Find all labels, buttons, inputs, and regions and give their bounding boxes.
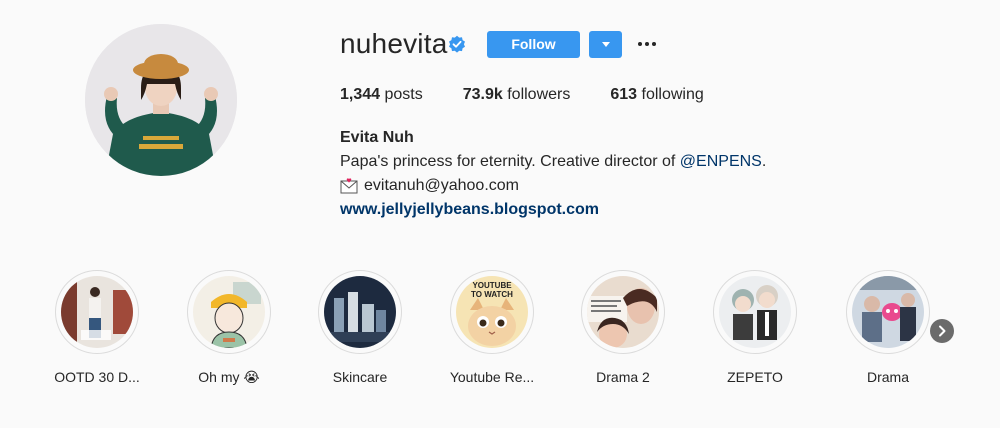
highlight-cover [61, 276, 133, 348]
full-name: Evita Nuh [340, 129, 414, 146]
more-horizontal-icon [638, 42, 656, 46]
follow-button[interactable]: Follow [487, 31, 580, 58]
verified-badge-icon [449, 35, 465, 53]
profile-bio: Evita Nuh Papa's princess for eternity. … [340, 126, 766, 222]
highlight-cover [587, 276, 659, 348]
chevron-right-icon [939, 325, 946, 337]
highlight-ring: YOUTUBE TO WATCH [450, 270, 534, 354]
email-row: evitanuh@yahoo.com [340, 174, 766, 198]
profile-avatar[interactable] [85, 24, 237, 176]
story-highlights: OOTD 30 D... Oh my 😭 Skincare YOUTUBE TO… [0, 270, 1000, 400]
highlight-label: Youtube Re... [449, 369, 535, 385]
email-text: evitanuh@yahoo.com [364, 177, 519, 194]
highlight-cover [852, 276, 924, 348]
highlight-label: Drama [866, 369, 909, 385]
highlight-ring [55, 270, 139, 354]
highlight-item[interactable]: OOTD 30 D... [32, 270, 162, 386]
following-count: 613 [610, 86, 638, 103]
highlight-label: ZEPETO [727, 369, 783, 385]
avatar-photo [85, 24, 237, 176]
posts-stat: 1,344 posts [340, 85, 423, 105]
highlight-cover [193, 276, 265, 348]
posts-label: posts [380, 86, 423, 103]
bio-period: . [761, 153, 767, 170]
highlight-cover [324, 276, 396, 348]
posts-count: 1,344 [340, 86, 381, 103]
followers-stat[interactable]: 73.9k followers [463, 85, 571, 105]
mention-link[interactable]: @ENPENS [680, 153, 762, 170]
bio-text: Papa's princess for eternity. Creative d… [340, 150, 766, 174]
highlight-cover: YOUTUBE TO WATCH [456, 276, 528, 348]
highlight-label: Oh my 😭 [198, 369, 260, 385]
followers-count: 73.9k [462, 86, 503, 103]
highlight-label: Drama 2 [596, 369, 650, 385]
bio-description: Papa's princess for eternity. Creative d… [340, 153, 680, 170]
highlight-ring [581, 270, 665, 354]
highlight-item[interactable]: ZEPETO [690, 270, 820, 386]
highlight-cover [719, 276, 791, 348]
followers-label: followers [502, 86, 571, 103]
highlights-next-button[interactable] [930, 319, 954, 343]
youtube-cover-line2: TO WATCH [471, 290, 513, 299]
highlight-item[interactable]: Oh my 😭 [164, 270, 294, 386]
highlight-ring [187, 270, 271, 354]
following-stat[interactable]: 613 following [610, 85, 703, 105]
highlight-ring [318, 270, 402, 354]
highlight-item[interactable]: Drama 2 [558, 270, 688, 386]
highlight-ring [713, 270, 797, 354]
highlight-label: Skincare [332, 369, 388, 385]
caret-down-icon [601, 42, 610, 47]
more-options-button[interactable] [636, 34, 658, 54]
highlight-item[interactable]: YOUTUBE TO WATCH Youtube Re... [427, 270, 557, 386]
profile-username: nuhevita [340, 28, 448, 59]
envelope-icon [340, 178, 358, 194]
website-link[interactable]: www.jellyjellybeans.blogspot.com [340, 198, 766, 222]
suggested-dropdown-button[interactable] [589, 31, 622, 58]
profile-stats: 1,344 posts 73.9k followers 613 followin… [340, 85, 744, 105]
highlight-label: OOTD 30 D... [54, 369, 140, 385]
youtube-cover-line1: YOUTUBE [472, 281, 512, 290]
following-label: following [637, 86, 704, 103]
highlight-item[interactable]: Skincare [295, 270, 425, 386]
highlight-ring [846, 270, 930, 354]
